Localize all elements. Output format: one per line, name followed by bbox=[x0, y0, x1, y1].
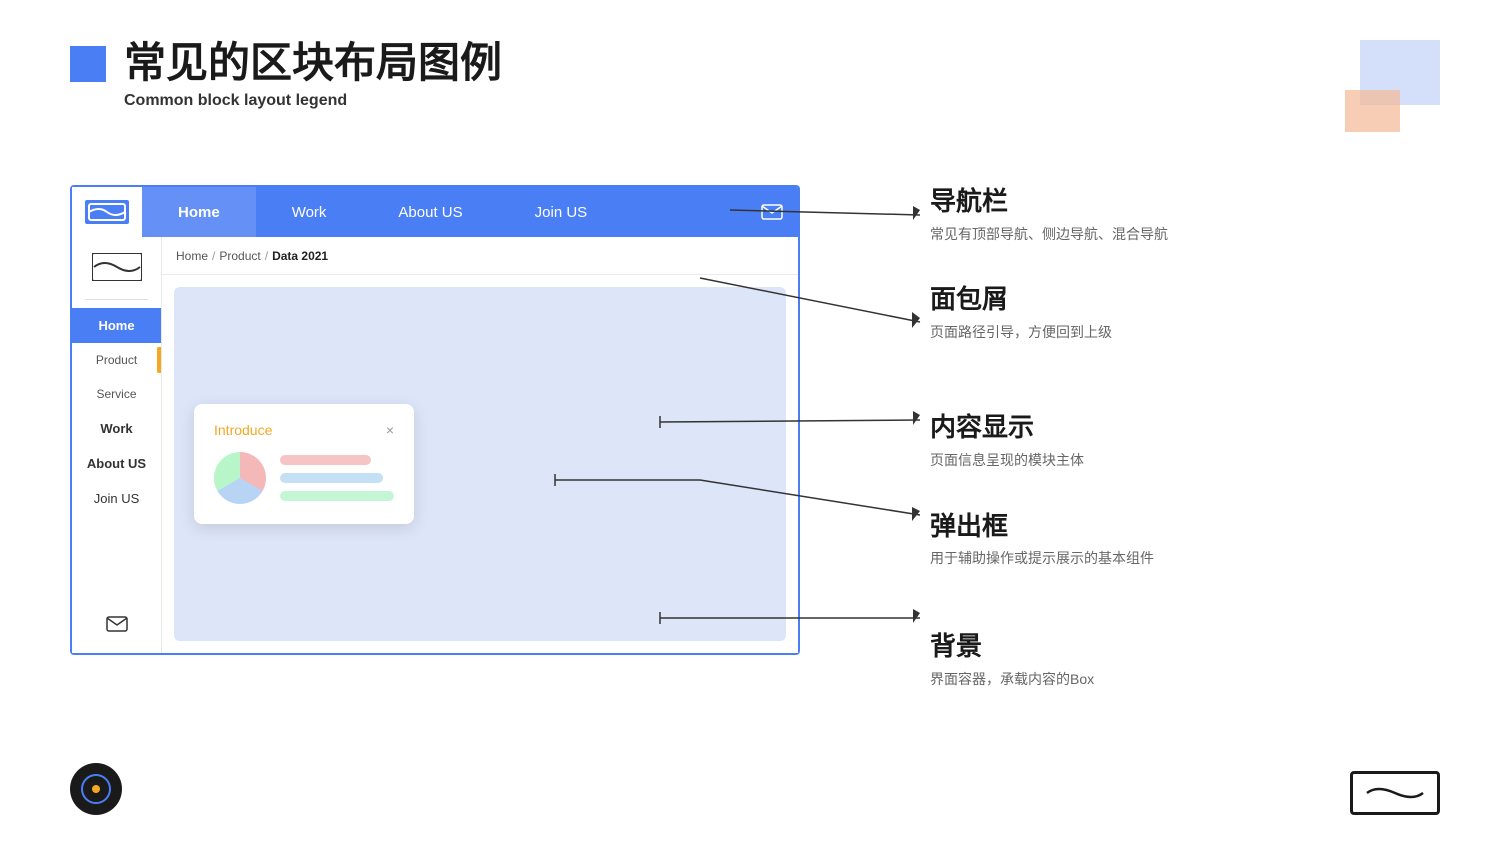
breadcrumb-sep1: / bbox=[212, 249, 215, 263]
annotation-navbar-title: 导航栏 bbox=[930, 185, 1168, 219]
header-text-block: 常见的区块布局图例 Common block layout legend bbox=[124, 40, 502, 110]
sidebar-item-joinus[interactable]: Join US bbox=[72, 481, 161, 516]
annotation-background: 背景 界面容器，承载内容的Box bbox=[930, 630, 1168, 690]
page-title-cn: 常见的区块布局图例 bbox=[124, 40, 502, 86]
breadcrumb-sep2: / bbox=[265, 249, 268, 263]
diagram-container: Home Work About US Join US Home Product bbox=[70, 185, 800, 655]
diagram-sidebar: Home Product Service Work About US Join … bbox=[72, 237, 162, 653]
navbar-item-home[interactable]: Home bbox=[142, 187, 256, 237]
page-title-en: Common block layout legend bbox=[124, 92, 502, 110]
modal-title: Introduce bbox=[214, 422, 272, 438]
annotation-items: 导航栏 常见有顶部导航、侧边导航、混合导航 面包屑 页面路径引导，方便回到上级 … bbox=[930, 185, 1168, 728]
sidebar-item-product[interactable]: Product bbox=[72, 343, 161, 377]
diagram-breadcrumb: Home / Product / Data 2021 bbox=[162, 237, 798, 275]
navbar-item-work[interactable]: Work bbox=[256, 187, 363, 237]
annotation-content-desc: 页面信息呈现的模块主体 bbox=[930, 449, 1168, 471]
annotation-modal: 弹出框 用于辅助操作或提示展示的基本组件 bbox=[930, 510, 1168, 570]
modal-line-1 bbox=[280, 455, 371, 465]
deco-orange-rect bbox=[1345, 90, 1400, 132]
diagram-content-area: Introduce × bbox=[174, 287, 786, 641]
bottom-logo-circle bbox=[70, 763, 122, 815]
sidebar-mail-icon[interactable] bbox=[106, 616, 128, 637]
bottom-logo-box-svg bbox=[1365, 780, 1425, 806]
annotation-navbar: 导航栏 常见有顶部导航、侧边导航、混合导航 bbox=[930, 185, 1168, 245]
breadcrumb-product: Product bbox=[219, 249, 260, 263]
diagram-main: Home / Product / Data 2021 Introduce × bbox=[162, 237, 798, 653]
modal-close-button[interactable]: × bbox=[386, 422, 394, 438]
modal-line-2 bbox=[280, 473, 383, 483]
annotation-breadcrumb: 面包屑 页面路径引导，方便回到上级 bbox=[930, 283, 1168, 343]
annotation-modal-title: 弹出框 bbox=[930, 510, 1168, 544]
header-icon bbox=[70, 46, 106, 82]
navbar-logo-svg bbox=[85, 200, 129, 224]
breadcrumb-home: Home bbox=[176, 249, 208, 263]
annotation-modal-desc: 用于辅助操作或提示展示的基本组件 bbox=[930, 547, 1168, 569]
page-header: 常见的区块布局图例 Common block layout legend bbox=[70, 40, 502, 110]
annotation-navbar-desc: 常见有顶部导航、侧边导航、混合导航 bbox=[930, 223, 1168, 245]
modal-card: Introduce × bbox=[194, 404, 414, 524]
modal-chart-circle bbox=[214, 452, 266, 504]
annotation-content-title: 内容显示 bbox=[930, 411, 1168, 445]
navbar-items: Home Work About US Join US bbox=[142, 187, 758, 237]
diagram-body: Home Product Service Work About US Join … bbox=[72, 237, 798, 653]
modal-line-3 bbox=[280, 491, 394, 501]
sidebar-item-aboutus[interactable]: About US bbox=[72, 446, 161, 481]
modal-body bbox=[214, 452, 394, 504]
bottom-logo-inner bbox=[81, 774, 111, 804]
annotation-content: 内容显示 页面信息呈现的模块主体 bbox=[930, 411, 1168, 471]
navbar-mail-icon[interactable] bbox=[758, 202, 786, 222]
bottom-logo-right bbox=[1350, 771, 1440, 815]
navbar-logo bbox=[72, 187, 142, 237]
annotation-breadcrumb-title: 面包屑 bbox=[930, 283, 1168, 317]
sidebar-logo bbox=[87, 247, 147, 287]
sidebar-divider bbox=[85, 299, 147, 300]
annotation-breadcrumb-desc: 页面路径引导，方便回到上级 bbox=[930, 321, 1168, 343]
breadcrumb-current: Data 2021 bbox=[272, 249, 328, 263]
navbar-item-aboutus[interactable]: About US bbox=[362, 187, 498, 237]
sidebar-item-service[interactable]: Service bbox=[72, 377, 161, 411]
bottom-logo-box bbox=[1350, 771, 1440, 815]
modal-header: Introduce × bbox=[214, 422, 394, 438]
sidebar-item-work[interactable]: Work bbox=[72, 411, 161, 446]
bottom-logo-dot bbox=[92, 785, 100, 793]
bottom-logo-left bbox=[70, 763, 122, 815]
annotation-background-title: 背景 bbox=[930, 630, 1168, 664]
sidebar-item-home[interactable]: Home bbox=[72, 308, 161, 343]
modal-lines bbox=[280, 455, 394, 501]
navbar-item-joinus[interactable]: Join US bbox=[499, 187, 624, 237]
annotation-background-desc: 界面容器，承载内容的Box bbox=[930, 668, 1168, 690]
diagram-navbar: Home Work About US Join US bbox=[72, 187, 798, 237]
